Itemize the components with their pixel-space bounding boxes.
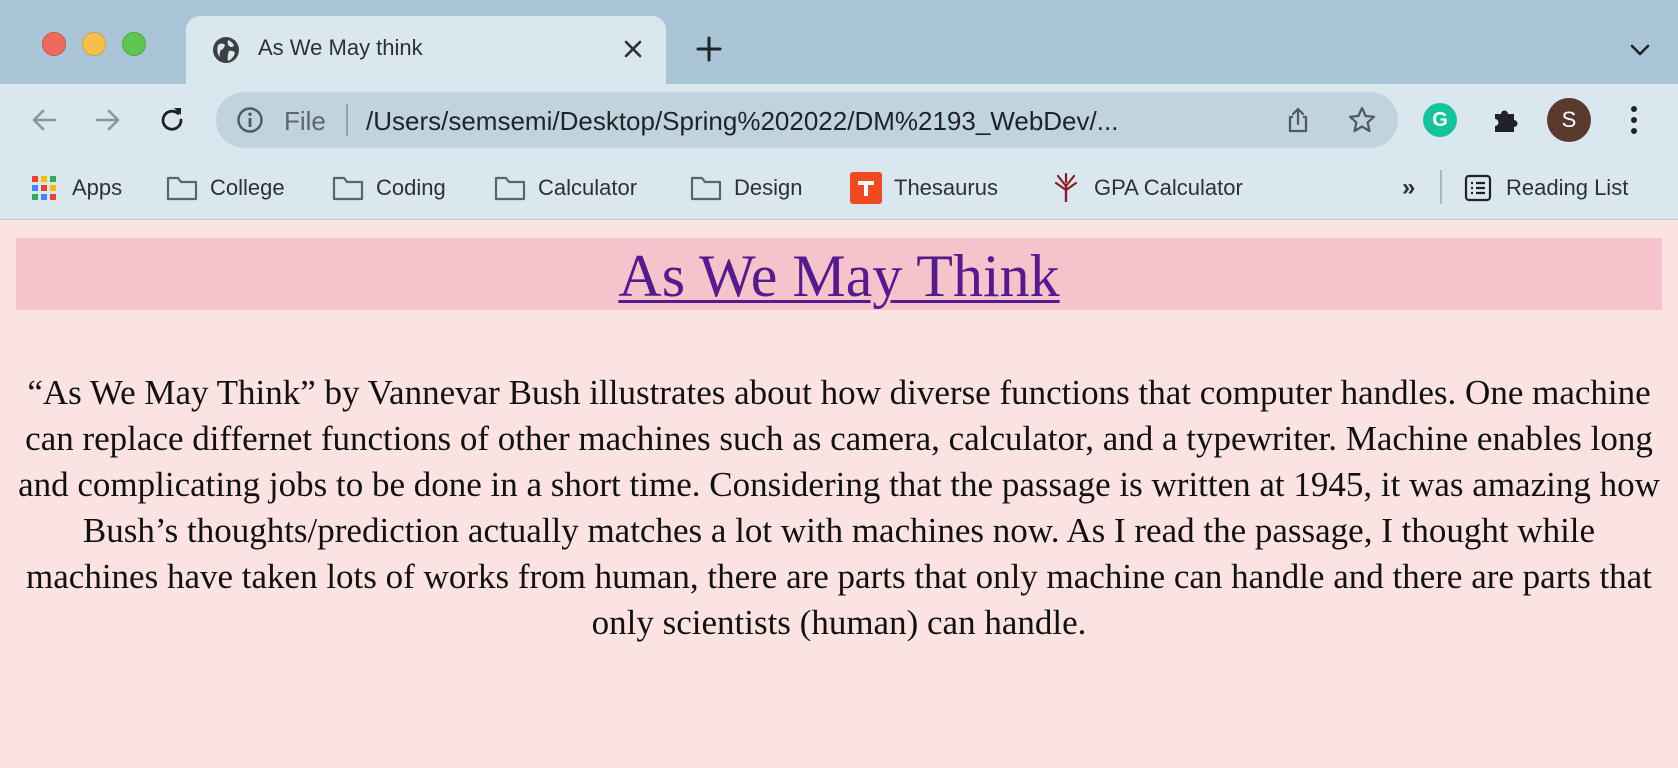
forward-arrow-icon[interactable] xyxy=(90,102,126,138)
reload-icon[interactable] xyxy=(154,102,190,138)
bookmark-coding[interactable]: Coding xyxy=(332,168,446,208)
globe-icon xyxy=(213,37,239,63)
reading-list-icon xyxy=(1462,172,1494,204)
new-tab-icon[interactable] xyxy=(692,32,726,66)
bookmark-label: Thesaurus xyxy=(894,175,998,200)
bookmark-label: Design xyxy=(734,175,803,200)
bookmarks-divider xyxy=(1440,170,1442,204)
body-paragraph: “As We May Think” by Vannevar Bush illus… xyxy=(18,373,1660,642)
folder-icon xyxy=(690,172,722,204)
maximize-window-button[interactable] xyxy=(122,32,146,56)
gpa-icon xyxy=(1050,172,1082,204)
bookmark-thesaurus[interactable]: Thesaurus xyxy=(850,168,998,208)
profile-avatar[interactable]: S xyxy=(1547,98,1591,142)
share-icon[interactable] xyxy=(1282,104,1314,136)
url-scheme: File xyxy=(284,106,326,136)
reading-list-label: Reading List xyxy=(1506,175,1629,200)
heading-banner: As We May Think xyxy=(16,238,1662,310)
bookmark-label: GPA Calculator xyxy=(1094,175,1243,200)
bookmark-label: Calculator xyxy=(538,175,638,200)
address-divider xyxy=(346,104,348,136)
bookmark-label: Coding xyxy=(376,175,446,200)
bookmark-gpa-calculator[interactable]: GPA Calculator xyxy=(1050,168,1243,208)
info-icon[interactable] xyxy=(236,106,264,134)
more-menu-icon[interactable] xyxy=(1612,98,1656,142)
folder-icon xyxy=(494,172,526,204)
back-arrow-icon[interactable] xyxy=(26,102,62,138)
bookmark-calculator[interactable]: Calculator xyxy=(494,168,637,208)
extensions-puzzle-icon[interactable] xyxy=(1484,98,1528,142)
bookmark-label: Apps xyxy=(72,175,123,200)
url-text[interactable]: /Users/semsemi/Desktop/Spring%202022/DM%… xyxy=(366,106,1118,137)
bookmark-design[interactable]: Design xyxy=(690,168,802,208)
bookmark-star-icon[interactable] xyxy=(1346,104,1378,136)
folder-icon xyxy=(166,172,198,204)
tab-title: As We May think xyxy=(258,35,423,60)
bookmarks-bar: Apps College Coding Calculator Design Th… xyxy=(0,156,1678,220)
bookmarks-overflow-button[interactable]: » xyxy=(1402,168,1415,208)
address-bar[interactable]: File /Users/semsemi/Desktop/Spring%20202… xyxy=(216,92,1398,148)
close-tab-icon[interactable] xyxy=(618,34,648,64)
bookmark-college[interactable]: College xyxy=(166,168,285,208)
bookmark-label: College xyxy=(210,175,285,200)
apps-grid-icon xyxy=(28,172,60,204)
toolbar: File /Users/semsemi/Desktop/Spring%20202… xyxy=(0,84,1678,156)
reading-list-button[interactable]: Reading List xyxy=(1462,168,1628,208)
thesaurus-icon xyxy=(850,172,882,204)
page-title-link[interactable]: As We May Think xyxy=(16,242,1662,311)
chevron-down-icon[interactable] xyxy=(1628,38,1652,62)
bookmark-apps[interactable]: Apps xyxy=(28,168,122,208)
active-tab[interactable]: As We May think xyxy=(186,16,666,84)
minimize-window-button[interactable] xyxy=(82,32,106,56)
grammarly-extension-icon[interactable]: G xyxy=(1418,98,1462,142)
page-content: As We May Think “As We May Think” by Van… xyxy=(0,220,1678,768)
folder-icon xyxy=(332,172,364,204)
close-window-button[interactable] xyxy=(42,32,66,56)
tab-strip: As We May think xyxy=(0,0,1678,84)
